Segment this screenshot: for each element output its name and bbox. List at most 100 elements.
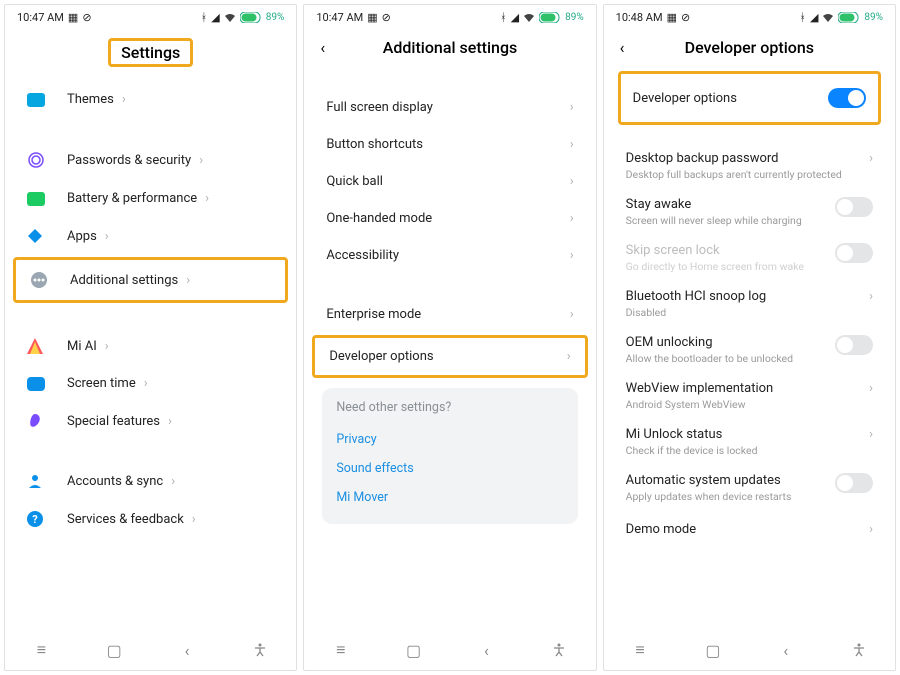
- chevron-right-icon: ›: [570, 248, 574, 263]
- phone-screen-settings: 10:47 AM ▦ ⊘ ᚼ ◢ 89% Settings Themes ›: [4, 4, 297, 671]
- accounts-icon: [27, 473, 51, 489]
- row-screentime[interactable]: Screen time ›: [13, 365, 288, 402]
- nav-icon: ⊘: [82, 11, 91, 24]
- chevron-right-icon: ›: [144, 376, 148, 391]
- row-quickball[interactable]: Quick ball ›: [312, 163, 587, 200]
- row-label: OEM unlocking: [626, 335, 835, 350]
- row-label: Demo mode: [626, 522, 697, 537]
- page-title: Developer options: [685, 38, 814, 57]
- row-onehand[interactable]: One-handed mode ›: [312, 200, 587, 237]
- nav-home-icon[interactable]: ▢: [703, 641, 723, 660]
- row-mi-unlock[interactable]: Mi Unlock status Check if the device is …: [612, 419, 887, 465]
- row-hci-snoop[interactable]: Bluetooth HCI snoop log Disabled ›: [612, 281, 887, 327]
- row-label: Stay awake: [626, 197, 835, 212]
- nav-recents-icon[interactable]: ≡: [31, 640, 51, 660]
- link-sound[interactable]: Sound effects: [336, 454, 563, 483]
- row-label: Enterprise mode: [326, 307, 421, 322]
- row-label: Battery & performance: [67, 191, 197, 206]
- battery-percent: 89%: [565, 12, 584, 23]
- battery-icon: [240, 12, 262, 23]
- row-label: Quick ball: [326, 174, 383, 189]
- oem-toggle[interactable]: [835, 335, 873, 355]
- navigation-bar: ≡ ▢ ‹: [604, 630, 895, 670]
- row-label: Button shortcuts: [326, 137, 423, 152]
- chevron-right-icon: ›: [186, 273, 190, 288]
- row-label: Developer options: [329, 349, 433, 364]
- chevron-right-icon: ›: [122, 92, 126, 107]
- nav-recents-icon[interactable]: ≡: [331, 640, 351, 660]
- nav-icon: ⊘: [382, 11, 391, 24]
- row-label: Mi AI: [67, 339, 97, 354]
- help-icon: ?: [27, 511, 51, 527]
- row-backup-password[interactable]: Desktop backup password Desktop full bac…: [612, 143, 887, 189]
- chevron-right-icon: ›: [869, 381, 873, 396]
- row-label: Accounts & sync: [67, 474, 163, 489]
- row-stay-awake[interactable]: Stay awake Screen will never sleep while…: [612, 189, 887, 235]
- row-apps[interactable]: Apps ›: [13, 217, 288, 255]
- row-passwords[interactable]: Passwords & security ›: [13, 140, 288, 180]
- chevron-right-icon: ›: [105, 229, 109, 244]
- row-oem-unlock[interactable]: OEM unlocking Allow the bootloader to be…: [612, 327, 887, 373]
- chevron-right-icon: ›: [869, 427, 873, 442]
- screentime-icon: [27, 377, 51, 391]
- card-title: Need other settings?: [336, 400, 563, 415]
- note-icon: ▦: [68, 11, 78, 24]
- nav-home-icon[interactable]: ▢: [404, 641, 424, 660]
- row-label: Additional settings: [70, 273, 178, 288]
- nav-home-icon[interactable]: ▢: [104, 641, 124, 660]
- nav-accessibility-icon[interactable]: [849, 643, 869, 657]
- chevron-right-icon: ›: [869, 289, 873, 304]
- nav-back-icon[interactable]: ‹: [476, 641, 496, 660]
- row-developer-master[interactable]: Developer options: [621, 74, 878, 122]
- row-label: Developer options: [633, 91, 737, 106]
- link-mimover[interactable]: Mi Mover: [336, 483, 563, 512]
- nav-recents-icon[interactable]: ≡: [630, 640, 650, 660]
- link-privacy[interactable]: Privacy: [336, 425, 563, 454]
- settings-list[interactable]: Themes › Passwords & security › Battery …: [5, 81, 296, 630]
- row-services[interactable]: ? Services & feedback ›: [13, 500, 288, 538]
- chevron-right-icon: ›: [570, 307, 574, 322]
- row-themes[interactable]: Themes ›: [13, 81, 288, 118]
- nav-back-icon[interactable]: ‹: [177, 641, 197, 660]
- svg-text:?: ?: [32, 513, 38, 526]
- phone-screen-additional: 10:47 AM ▦ ⊘ ᚼ ◢ 89% ‹ Additional settin…: [303, 4, 596, 671]
- row-label: Services & feedback: [67, 512, 184, 527]
- auto-updates-toggle[interactable]: [835, 473, 873, 493]
- stay-awake-toggle[interactable]: [835, 197, 873, 217]
- titlebar: ‹ Developer options: [604, 28, 895, 71]
- row-special[interactable]: Special features ›: [13, 402, 288, 440]
- battery-icon: [838, 12, 860, 23]
- row-additional-settings[interactable]: Additional settings ›: [13, 257, 288, 303]
- row-label: Full screen display: [326, 100, 433, 115]
- row-button-shortcuts[interactable]: Button shortcuts ›: [312, 126, 587, 163]
- nav-back-icon[interactable]: ‹: [776, 641, 796, 660]
- row-label: Themes: [67, 92, 114, 107]
- row-webview[interactable]: WebView implementation Android System We…: [612, 373, 887, 419]
- row-battery[interactable]: Battery & performance ›: [13, 180, 288, 217]
- row-demo-mode[interactable]: Demo mode ›: [612, 511, 887, 548]
- row-miai[interactable]: Mi AI ›: [13, 327, 288, 365]
- row-sub: Screen will never sleep while charging: [626, 214, 835, 227]
- navigation-bar: ≡ ▢ ‹: [5, 630, 296, 670]
- battery-icon: [539, 12, 561, 23]
- navigation-bar: ≡ ▢ ‹: [304, 630, 595, 670]
- developer-list[interactable]: Developer options Desktop backup passwor…: [604, 71, 895, 630]
- signal-icon: ◢: [211, 11, 219, 24]
- back-button[interactable]: ‹: [320, 38, 325, 57]
- row-fullscreen[interactable]: Full screen display ›: [312, 89, 587, 126]
- developer-toggle[interactable]: [828, 88, 866, 108]
- chevron-right-icon: ›: [570, 211, 574, 226]
- highlight-developer-toggle: Developer options: [618, 71, 881, 125]
- titlebar: Settings: [5, 28, 296, 81]
- bluetooth-icon: ᚼ: [500, 11, 507, 24]
- row-accounts[interactable]: Accounts & sync ›: [13, 462, 288, 500]
- row-auto-updates[interactable]: Automatic system updates Apply updates w…: [612, 465, 887, 511]
- nav-accessibility-icon[interactable]: [250, 643, 270, 657]
- miai-icon: [27, 338, 51, 354]
- row-accessibility[interactable]: Accessibility ›: [312, 237, 587, 274]
- back-button[interactable]: ‹: [620, 38, 625, 57]
- row-enterprise[interactable]: Enterprise mode ›: [312, 296, 587, 333]
- nav-accessibility-icon[interactable]: [549, 643, 569, 657]
- row-developer-options[interactable]: Developer options ›: [312, 335, 587, 378]
- additional-list[interactable]: Full screen display › Button shortcuts ›…: [304, 71, 595, 630]
